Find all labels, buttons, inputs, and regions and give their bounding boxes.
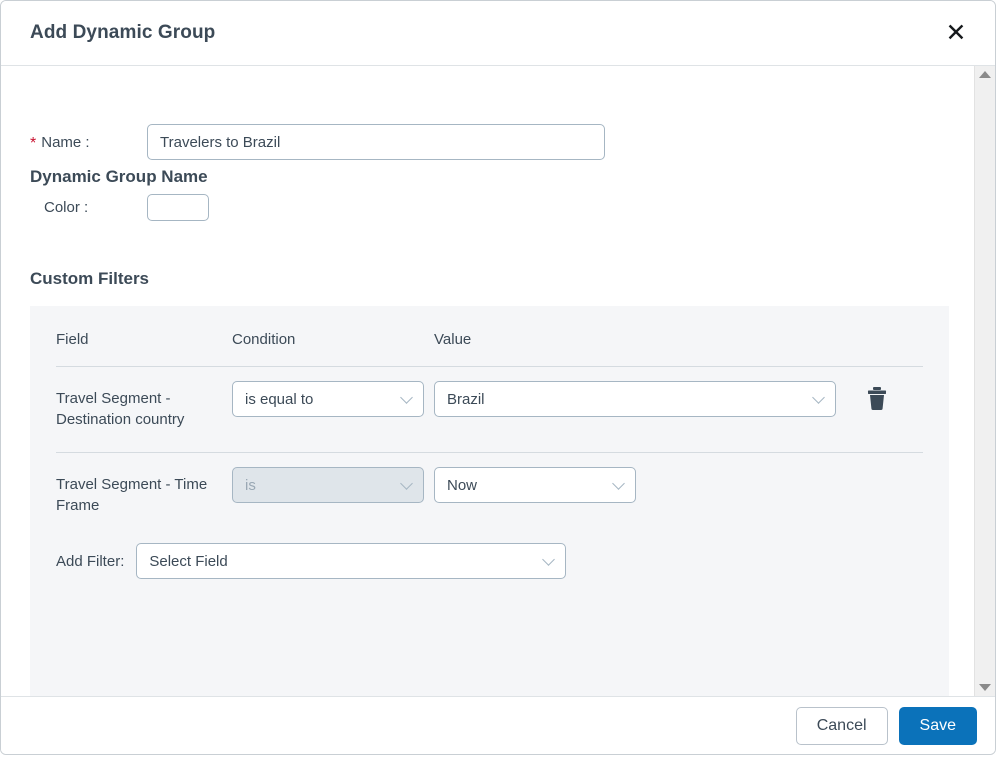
page-title: Add Dynamic Group — [30, 22, 216, 43]
filter-value-select[interactable]: Brazil — [434, 381, 836, 417]
filter-condition-value: is equal to — [245, 390, 314, 408]
name-label: * Name : — [30, 133, 147, 152]
chevron-down-icon — [814, 393, 824, 403]
dialog-body: Dynamic Group Name * Name : Color : Cust… — [1, 66, 974, 696]
add-filter-label: Add Filter: — [56, 552, 125, 570]
dialog-footer: Cancel Save — [1, 696, 995, 754]
filter-condition-select[interactable]: is equal to — [232, 381, 424, 417]
custom-filters-panel: Field Condition Value Travel Segment - D… — [30, 306, 949, 696]
filters-table-header: Field Condition Value — [30, 306, 949, 358]
color-field-row: Color : — [30, 194, 209, 221]
filter-field-label: Travel Segment - Time Frame — [56, 476, 208, 514]
dynamic-group-name-heading: Dynamic Group Name — [30, 167, 208, 186]
table-row: Travel Segment - Time Frame is Now — [30, 453, 949, 516]
column-header-value: Value — [434, 331, 472, 348]
filter-condition-select-disabled: is — [232, 467, 424, 503]
add-filter-value: Select Field — [149, 552, 228, 570]
required-asterisk: * — [30, 135, 37, 152]
name-input[interactable] — [147, 124, 605, 160]
filter-value-text: Now — [447, 476, 478, 494]
filter-value-select[interactable]: Now — [434, 467, 636, 503]
filter-value-text: Brazil — [447, 390, 485, 408]
name-label-text: Name : — [41, 133, 90, 151]
add-filter-select[interactable]: Select Field — [136, 543, 567, 579]
close-icon[interactable]: ✕ — [939, 16, 973, 50]
scroll-down-arrow-icon[interactable] — [979, 684, 991, 691]
chevron-down-icon — [544, 555, 554, 565]
add-filter-row: Add Filter: Select Field — [30, 516, 949, 579]
dialog-body-wrap: Dynamic Group Name * Name : Color : Cust… — [1, 66, 995, 696]
scroll-up-arrow-icon[interactable] — [979, 71, 991, 78]
color-label: Color : — [44, 199, 89, 216]
vertical-scrollbar[interactable] — [974, 66, 995, 696]
color-swatch-button[interactable] — [147, 194, 209, 221]
table-row: Travel Segment - Destination country is … — [30, 367, 949, 430]
delete-filter-button[interactable] — [866, 381, 888, 417]
name-field-row: * Name : — [30, 124, 605, 160]
save-button[interactable]: Save — [898, 706, 977, 745]
trash-icon — [868, 387, 886, 410]
chevron-down-icon — [402, 479, 412, 489]
filter-condition-value: is — [245, 476, 256, 494]
chevron-down-icon — [614, 479, 624, 489]
column-header-field: Field — [56, 331, 89, 348]
chevron-down-icon — [402, 393, 412, 403]
add-dynamic-group-dialog: Add Dynamic Group ✕ Dynamic Group Name *… — [0, 0, 996, 755]
filter-field-label: Travel Segment - Destination country — [56, 390, 185, 428]
column-header-condition: Condition — [232, 331, 296, 348]
dialog-header: Add Dynamic Group ✕ — [1, 1, 995, 66]
cancel-button[interactable]: Cancel — [795, 706, 888, 745]
custom-filters-heading: Custom Filters — [30, 269, 150, 288]
